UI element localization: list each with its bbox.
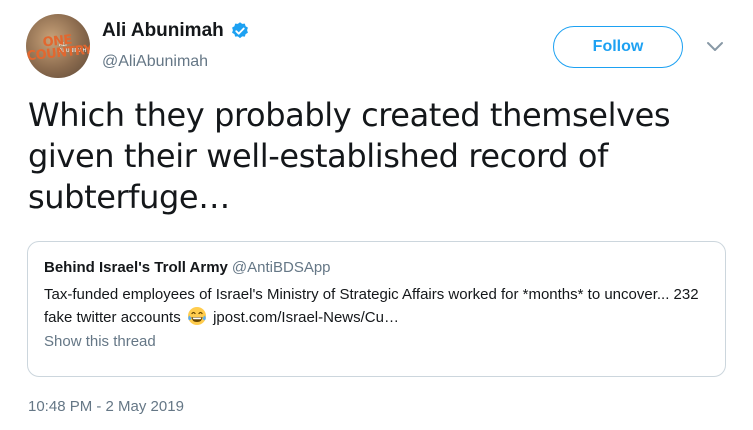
verified-badge-icon bbox=[231, 22, 248, 39]
quoted-author-handle: @AntiBDSApp bbox=[231, 259, 331, 276]
author-handle[interactable]: @AliAbunimah bbox=[102, 53, 208, 71]
avatar[interactable]: ALI ABUNIMAH ONE COUNTRY bbox=[26, 14, 90, 78]
avatar-logo-text: ONE COUNTRY bbox=[26, 32, 90, 65]
quoted-tweet-card[interactable]: Behind Israel's Troll Army @AntiBDSApp Ta… bbox=[27, 241, 726, 377]
face-with-tears-of-joy-icon bbox=[187, 307, 206, 325]
chevron-down-icon[interactable] bbox=[706, 40, 724, 54]
quoted-tweet-text: Tax-funded employees of Israel's Ministr… bbox=[44, 283, 714, 329]
show-thread-link[interactable]: Show this thread bbox=[44, 333, 709, 350]
author-name-row: Ali Abunimah bbox=[102, 20, 250, 42]
author-display-name[interactable]: Ali Abunimah bbox=[102, 20, 224, 42]
quoted-author-name: Behind Israel's Troll Army bbox=[44, 259, 228, 276]
quoted-link[interactable]: jpost.com/Israel-News/Cu… bbox=[213, 309, 399, 326]
follow-button[interactable]: Follow bbox=[553, 26, 683, 68]
quoted-tweet-header: Behind Israel's Troll Army @AntiBDSApp bbox=[44, 258, 709, 278]
tweet-text: Which they probably created themselves g… bbox=[28, 96, 671, 216]
tweet-timestamp[interactable]: 10:48 PM - 2 May 2019 bbox=[28, 398, 184, 415]
